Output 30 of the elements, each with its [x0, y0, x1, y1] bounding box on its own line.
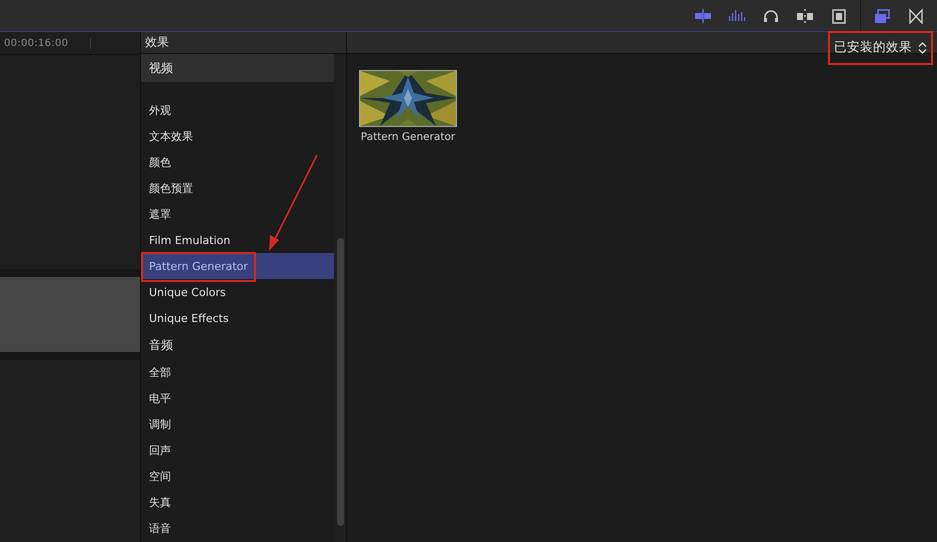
bowtie-icon[interactable]	[907, 8, 925, 24]
effect-category[interactable]: 电平	[141, 385, 334, 411]
effect-name: Pattern Generator	[360, 131, 456, 143]
effect-category[interactable]: 调制	[141, 411, 334, 437]
split-clip-icon[interactable]	[694, 8, 712, 24]
effect-category[interactable]: 外观	[141, 97, 334, 123]
effect-category[interactable]: Unique Colors	[141, 279, 334, 305]
waveform-icon[interactable]	[728, 8, 746, 24]
window-stack-icon[interactable]	[873, 8, 891, 24]
effect-category[interactable]: 颜色预置	[141, 175, 334, 201]
effect-category[interactable]: 文本效果	[141, 123, 334, 149]
effect-category[interactable]: Pattern Generator	[141, 253, 334, 279]
headphones-icon[interactable]	[762, 8, 780, 24]
chevron-updown-icon	[918, 42, 927, 54]
effect-category[interactable]: 遮罩	[141, 201, 334, 227]
effect-category[interactable]: Film Emulation	[141, 227, 334, 253]
effect-category[interactable]: 空间	[141, 463, 334, 489]
effect-category[interactable]: 回声	[141, 437, 334, 463]
effects-filter-dropdown[interactable]: 已安装的效果	[828, 30, 933, 64]
category-header[interactable]: 视频	[141, 54, 334, 82]
effect-category[interactable]: 失真	[141, 489, 334, 515]
panel-title: 效果	[145, 34, 169, 51]
effect-category[interactable]: Unique Effects	[141, 305, 334, 331]
clip[interactable]	[0, 269, 140, 360]
effect-category[interactable]: 颜色	[141, 149, 334, 175]
effect-category[interactable]: 全部	[141, 359, 334, 385]
effect-category[interactable]: 语音	[141, 515, 334, 541]
snapping-icon[interactable]	[796, 8, 814, 24]
category-header[interactable]: 音频	[141, 331, 334, 359]
timecode: 00:00:16:00	[0, 38, 91, 48]
